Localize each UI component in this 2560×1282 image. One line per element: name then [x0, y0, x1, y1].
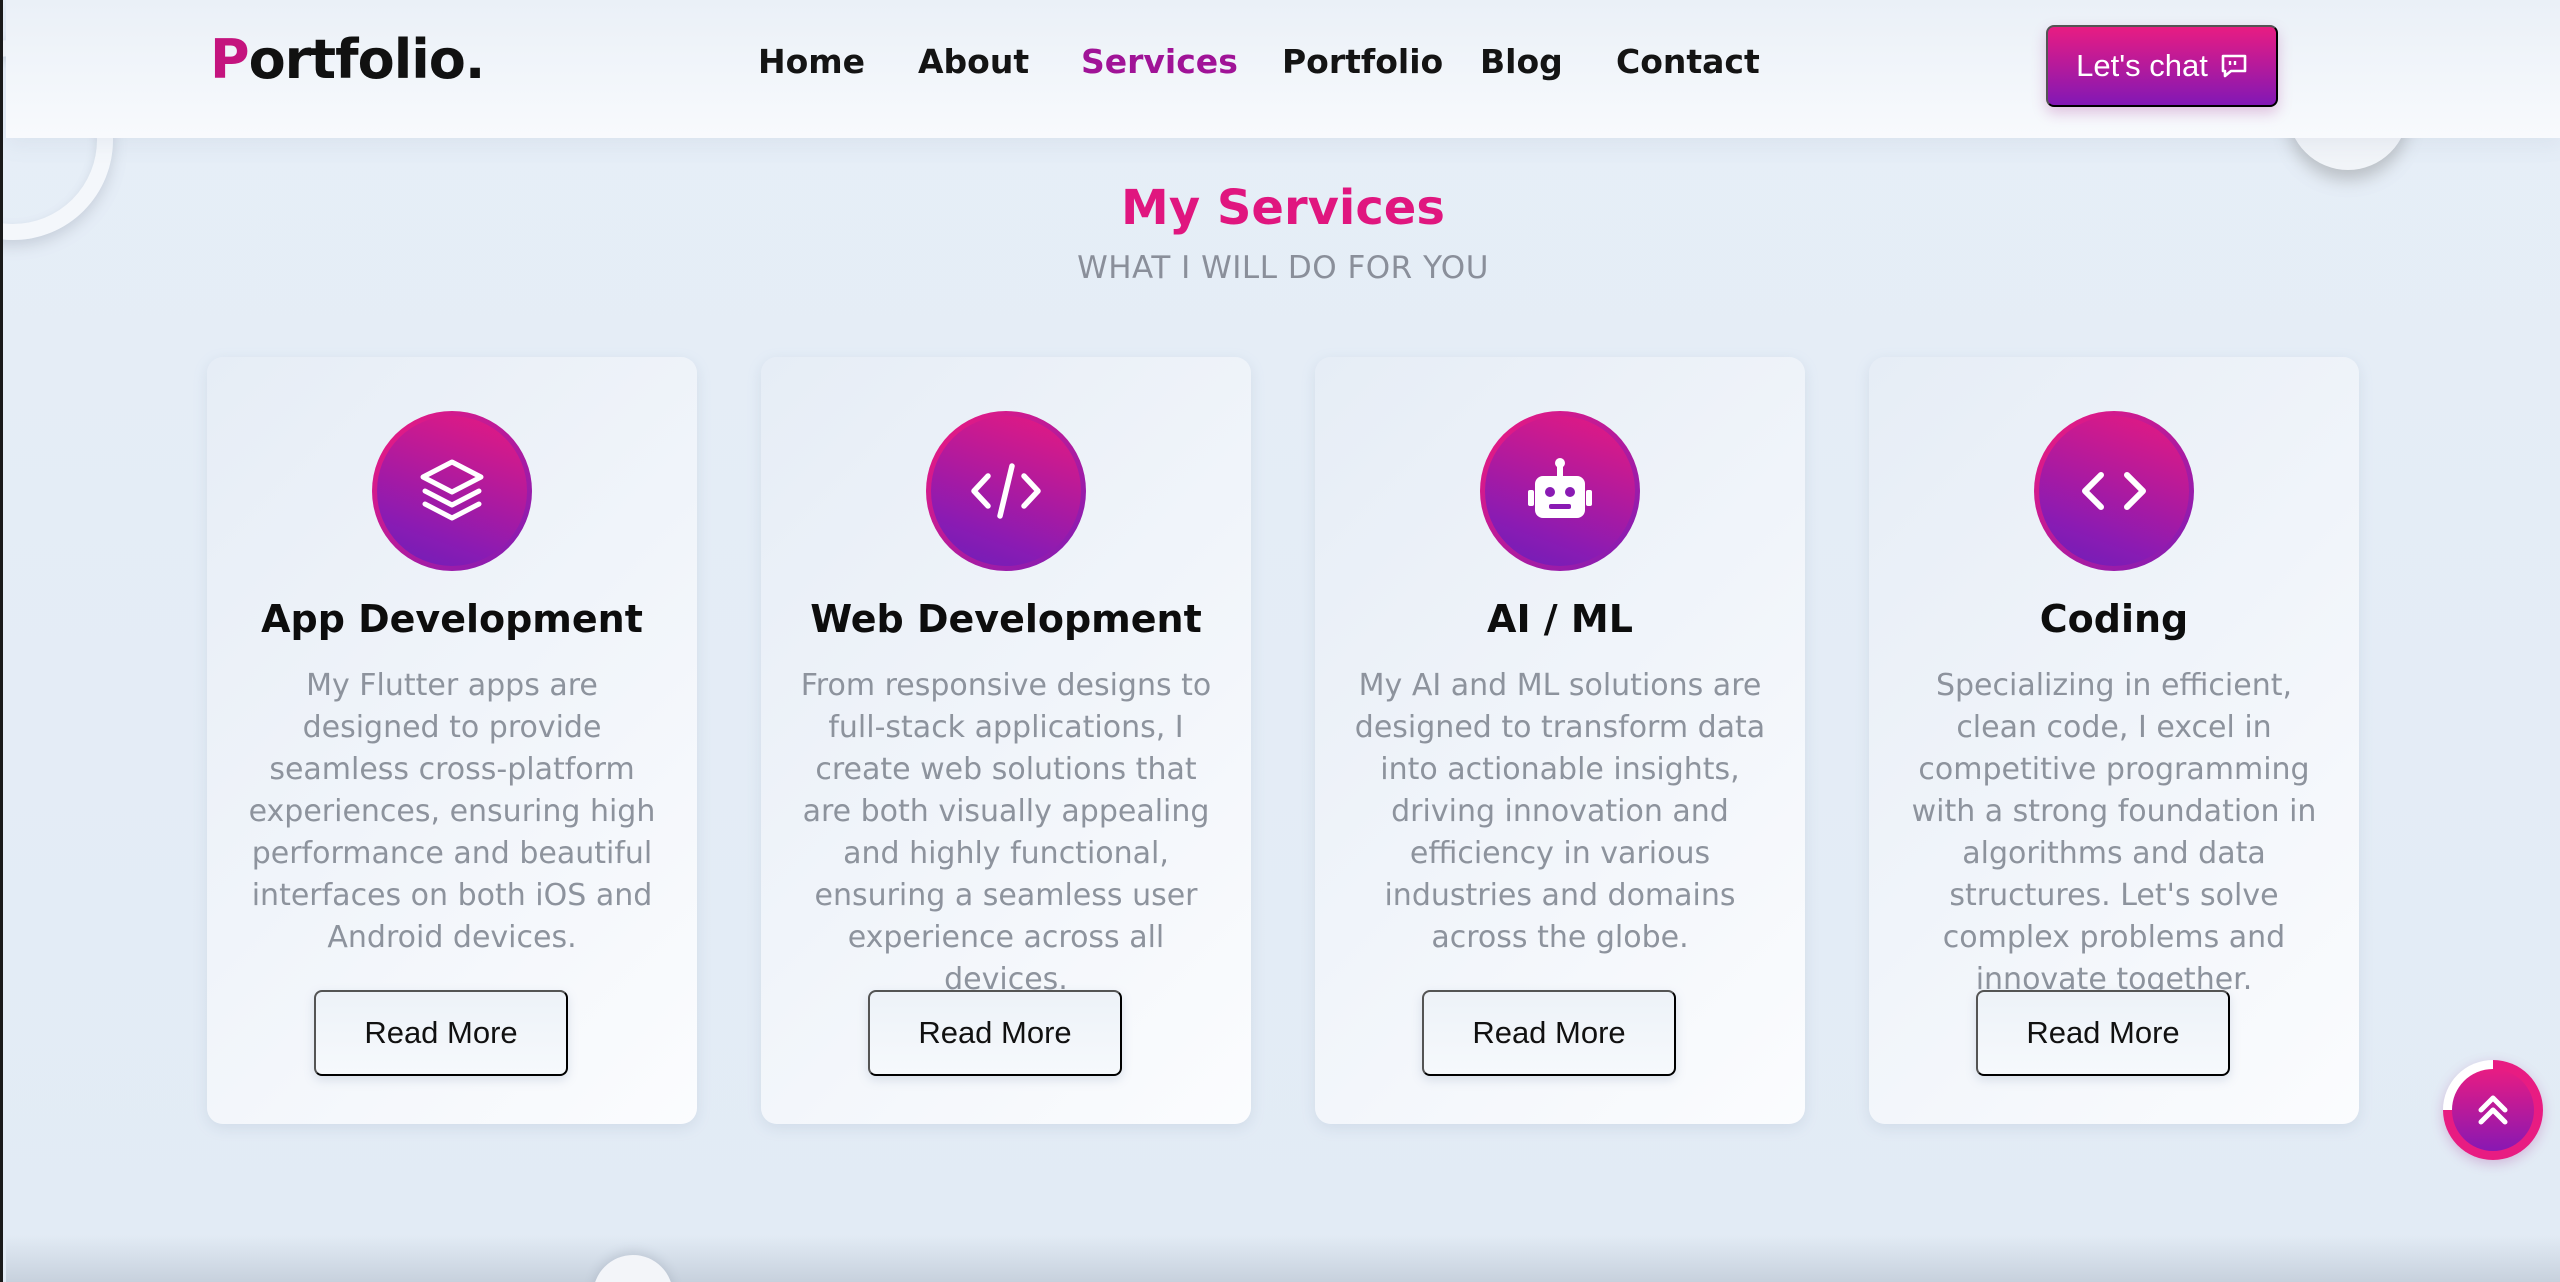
double-chevron-up-icon — [2478, 1095, 2508, 1125]
read-more-button[interactable]: Read More — [1976, 990, 2230, 1076]
card-description: My Flutter apps are designed to provide … — [248, 668, 656, 955]
bottom-shade — [6, 1235, 2560, 1282]
lets-chat-button[interactable]: Let's chat — [2046, 25, 2278, 107]
read-more-button[interactable]: Read More — [314, 990, 568, 1076]
card-description: From responsive designs to full-stack ap… — [800, 668, 1212, 997]
card-title: App Development — [261, 597, 643, 641]
card-icon-badge — [2034, 411, 2194, 571]
code-brackets-icon — [2082, 472, 2146, 510]
nav-blog[interactable]: Blog — [1480, 42, 1563, 81]
card-icon-badge — [372, 411, 532, 571]
layers-icon — [420, 459, 484, 521]
site-header: Portfolio. Home About Services Portfolio… — [6, 0, 2560, 138]
nav-portfolio[interactable]: Portfolio — [1282, 42, 1443, 81]
robot-icon — [1528, 458, 1592, 518]
section-subtitle: WHAT I WILL DO FOR YOU — [1077, 250, 1489, 286]
service-card-app-development: App Development My Flutter apps are desi… — [207, 357, 697, 1124]
card-title: Coding — [2039, 597, 2189, 641]
card-icon-badge — [1480, 411, 1640, 571]
read-more-button[interactable]: Read More — [1422, 990, 1676, 1076]
chat-button-label: Let's chat — [2076, 48, 2208, 83]
card-title: AI / ML — [1487, 597, 1633, 641]
card-description: Specializing in efficient, clean code, I… — [1911, 668, 2317, 997]
service-card-coding: Coding Specializing in efficient, clean … — [1869, 357, 2359, 1124]
service-card-web-development: Web Development From responsive designs … — [761, 357, 1251, 1124]
nav-about[interactable]: About — [918, 42, 1029, 81]
service-card-ai-ml: AI / ML My AI and ML solutions are desig… — [1315, 357, 1805, 1124]
scroll-to-top-button[interactable] — [2443, 1060, 2543, 1160]
read-more-button[interactable]: Read More — [868, 990, 1122, 1076]
nav-services[interactable]: Services — [1081, 42, 1238, 81]
section-title: My Services — [1121, 180, 1445, 236]
card-icon-badge — [926, 411, 1086, 571]
page-frame: Portfolio. Home About Services Portfolio… — [0, 0, 2560, 1282]
card-description: My AI and ML solutions are designed to t… — [1354, 668, 1766, 955]
code-slash-icon — [971, 463, 1041, 519]
nav-home[interactable]: Home — [758, 42, 865, 81]
chat-bubble-icon — [2221, 54, 2247, 78]
card-title: Web Development — [810, 597, 1202, 641]
nav-contact[interactable]: Contact — [1616, 42, 1760, 81]
